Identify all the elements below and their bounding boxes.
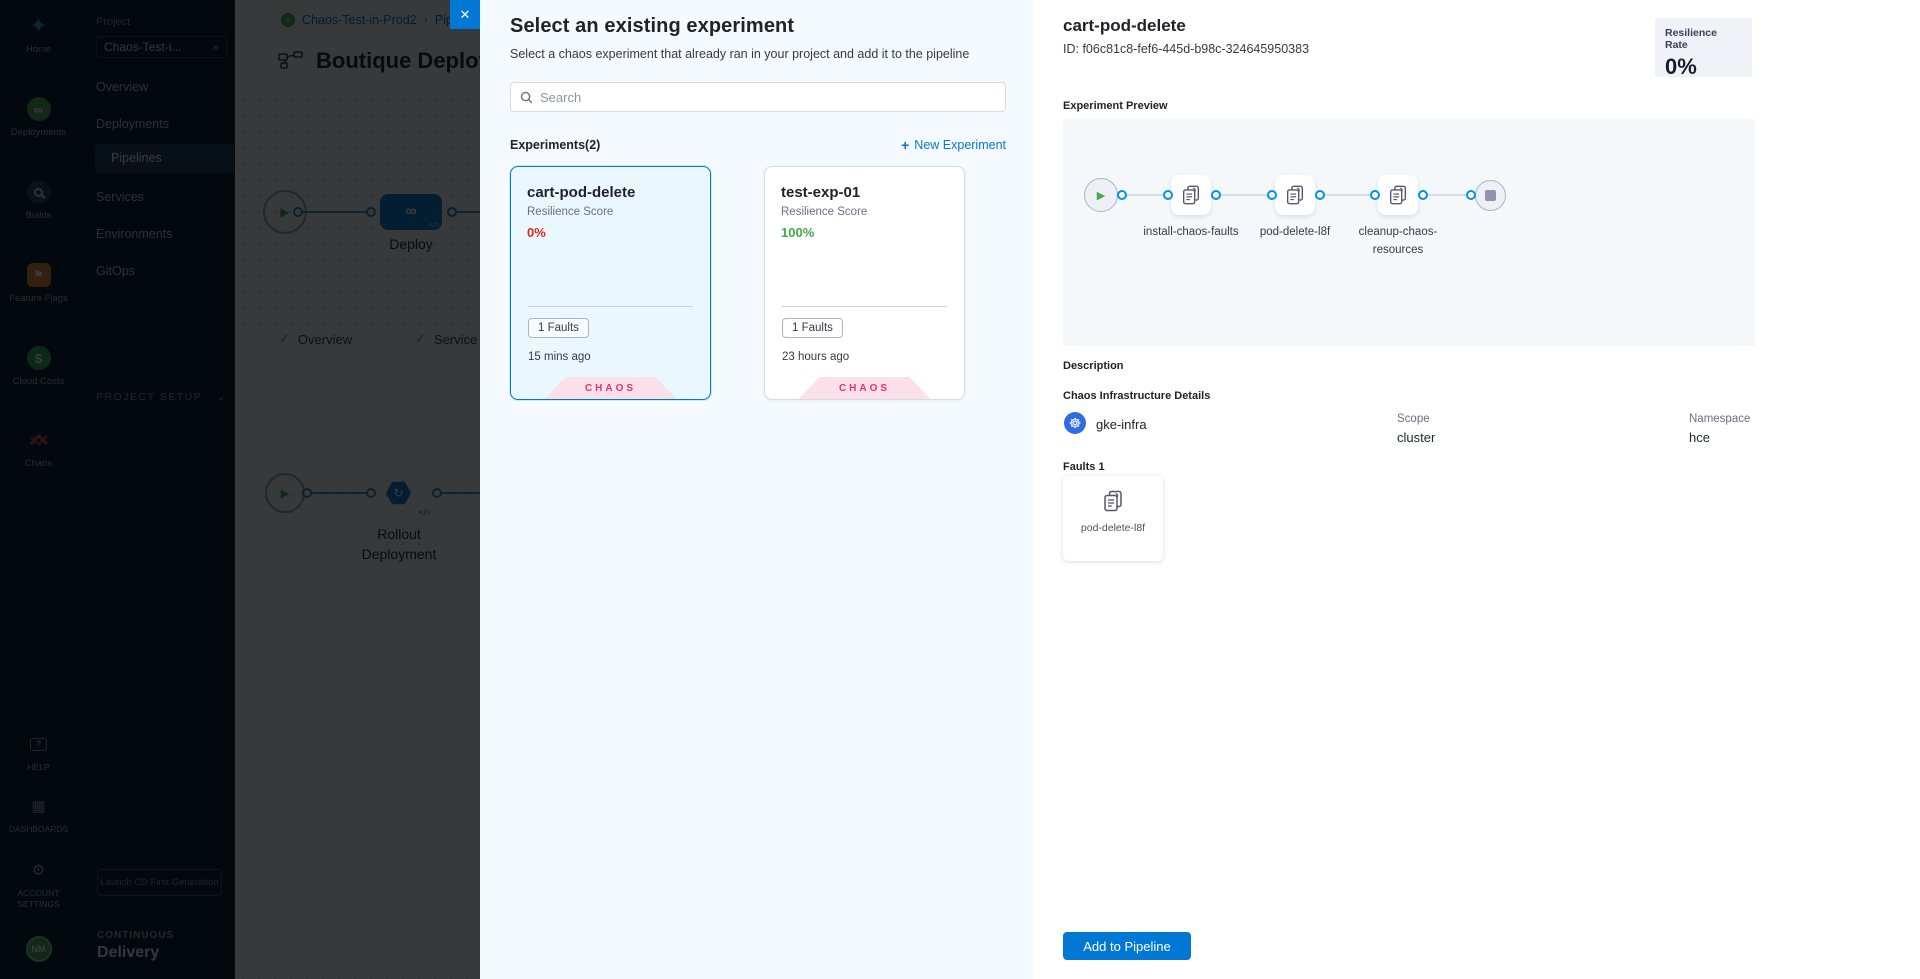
preview-node-install-chaos-faults[interactable] bbox=[1171, 175, 1211, 215]
experiments-count: Experiments(2) bbox=[510, 138, 600, 152]
connector-line bbox=[1319, 194, 1374, 196]
connector-point bbox=[1163, 190, 1173, 200]
faults-badge: 1 Faults bbox=[782, 318, 843, 338]
connector-point bbox=[1211, 190, 1221, 200]
faults-label: Faults 1 bbox=[1063, 461, 1105, 473]
chaos-brand-ribbon: CHAOS bbox=[799, 377, 931, 399]
modal-title: Select an existing experiment bbox=[510, 15, 1006, 38]
experiment-list-panel: Select an existing experiment Select a c… bbox=[480, 0, 1033, 979]
preview-node-label: pod-delete-l8f bbox=[1243, 223, 1347, 241]
description-label: Description bbox=[1063, 360, 1124, 372]
new-experiment-label: New Experiment bbox=[914, 138, 1006, 152]
experiment-id: ID: f06c81c8-fef6-445d-b98c-324645950383 bbox=[1063, 42, 1309, 56]
connector-line bbox=[1215, 194, 1271, 196]
close-icon[interactable]: ✕ bbox=[450, 0, 480, 29]
experiment-preview-panel: ▶ install-chaos-faults pod-delete-l8f cl… bbox=[1063, 119, 1755, 346]
play-icon: ▶ bbox=[1097, 189, 1105, 202]
experiment-cards: cart-pod-delete Resilience Score 0% 1 Fa… bbox=[510, 166, 1006, 400]
connector-point bbox=[1315, 190, 1325, 200]
fault-step-icon bbox=[1180, 184, 1202, 206]
resilience-score-label: Resilience Score bbox=[781, 206, 948, 218]
add-to-pipeline-button[interactable]: Add to Pipeline bbox=[1063, 932, 1191, 960]
resilience-rate-value: 0% bbox=[1665, 54, 1742, 80]
namespace-value: hce bbox=[1689, 430, 1710, 445]
last-updated: 23 hours ago bbox=[782, 351, 849, 363]
experiment-title: cart-pod-delete bbox=[1063, 16, 1186, 36]
experiment-details-panel: cart-pod-delete ID: f06c81c8-fef6-445d-b… bbox=[1033, 0, 1920, 979]
connector-point bbox=[1370, 190, 1380, 200]
screen: ✦ Home ∞ Deployments Builds ⚑ Feature Fl… bbox=[0, 0, 1920, 979]
resilience-rate-label: Resilience Rate bbox=[1665, 27, 1742, 51]
fault-name: pod-delete-l8f bbox=[1063, 522, 1163, 534]
preview-node-cleanup[interactable] bbox=[1378, 175, 1418, 215]
fault-card-pod-delete[interactable]: pod-delete-l8f bbox=[1063, 476, 1163, 561]
connector-line bbox=[1121, 194, 1167, 196]
experiment-card-test-exp-01[interactable]: test-exp-01 Resilience Score 100% 1 Faul… bbox=[764, 166, 965, 400]
resilience-rate-box: Resilience Rate 0% bbox=[1655, 18, 1752, 77]
fault-icon bbox=[1101, 489, 1125, 513]
select-experiment-modal: ✕ Select an existing experiment Select a… bbox=[480, 0, 1920, 979]
connector-point bbox=[1267, 190, 1277, 200]
search-input[interactable] bbox=[540, 90, 996, 105]
preview-end-node[interactable] bbox=[1475, 180, 1506, 211]
modal-subtitle: Select a chaos experiment that already r… bbox=[510, 47, 1006, 61]
new-experiment-link[interactable]: + New Experiment bbox=[901, 137, 1006, 153]
infrastructure-label: Chaos Infrastructure Details bbox=[1063, 390, 1210, 402]
preview-node-label: cleanup-chaos-resources bbox=[1346, 223, 1450, 260]
experiment-name: test-exp-01 bbox=[781, 184, 948, 201]
experiments-header-row: Experiments(2) + New Experiment bbox=[510, 137, 1006, 153]
preview-node-label: install-chaos-faults bbox=[1139, 223, 1243, 241]
fault-step-icon bbox=[1284, 184, 1306, 206]
k8s-wheel-glyph: ☸ bbox=[1069, 415, 1082, 432]
plus-icon: + bbox=[901, 137, 909, 153]
experiment-name: cart-pod-delete bbox=[527, 184, 694, 201]
divider bbox=[528, 306, 693, 307]
connector-point bbox=[1117, 190, 1127, 200]
infrastructure-name: gke-infra bbox=[1096, 417, 1147, 432]
faults-badge: 1 Faults bbox=[528, 318, 589, 338]
preview-start-node[interactable]: ▶ bbox=[1084, 178, 1118, 212]
divider bbox=[782, 306, 947, 307]
scope-value: cluster bbox=[1397, 430, 1435, 445]
experiment-card-cart-pod-delete[interactable]: cart-pod-delete Resilience Score 0% 1 Fa… bbox=[510, 166, 711, 400]
resilience-score-value: 0% bbox=[527, 225, 694, 240]
namespace-label: Namespace bbox=[1689, 413, 1750, 425]
search-icon bbox=[520, 91, 533, 104]
stop-icon bbox=[1485, 190, 1496, 201]
resilience-score-label: Resilience Score bbox=[527, 206, 694, 218]
chaos-brand-ribbon: CHAOS bbox=[545, 377, 677, 399]
kubernetes-icon: ☸ bbox=[1064, 412, 1086, 434]
resilience-score-value: 100% bbox=[781, 225, 948, 240]
connector-line bbox=[1422, 194, 1470, 196]
search-box bbox=[510, 82, 1006, 112]
scope-label: Scope bbox=[1397, 413, 1430, 425]
experiment-preview-label: Experiment Preview bbox=[1063, 100, 1168, 112]
connector-point bbox=[1418, 190, 1428, 200]
fault-step-icon bbox=[1387, 184, 1409, 206]
last-updated: 15 mins ago bbox=[528, 351, 591, 363]
preview-node-pod-delete[interactable] bbox=[1275, 175, 1315, 215]
connector-point bbox=[1466, 190, 1476, 200]
